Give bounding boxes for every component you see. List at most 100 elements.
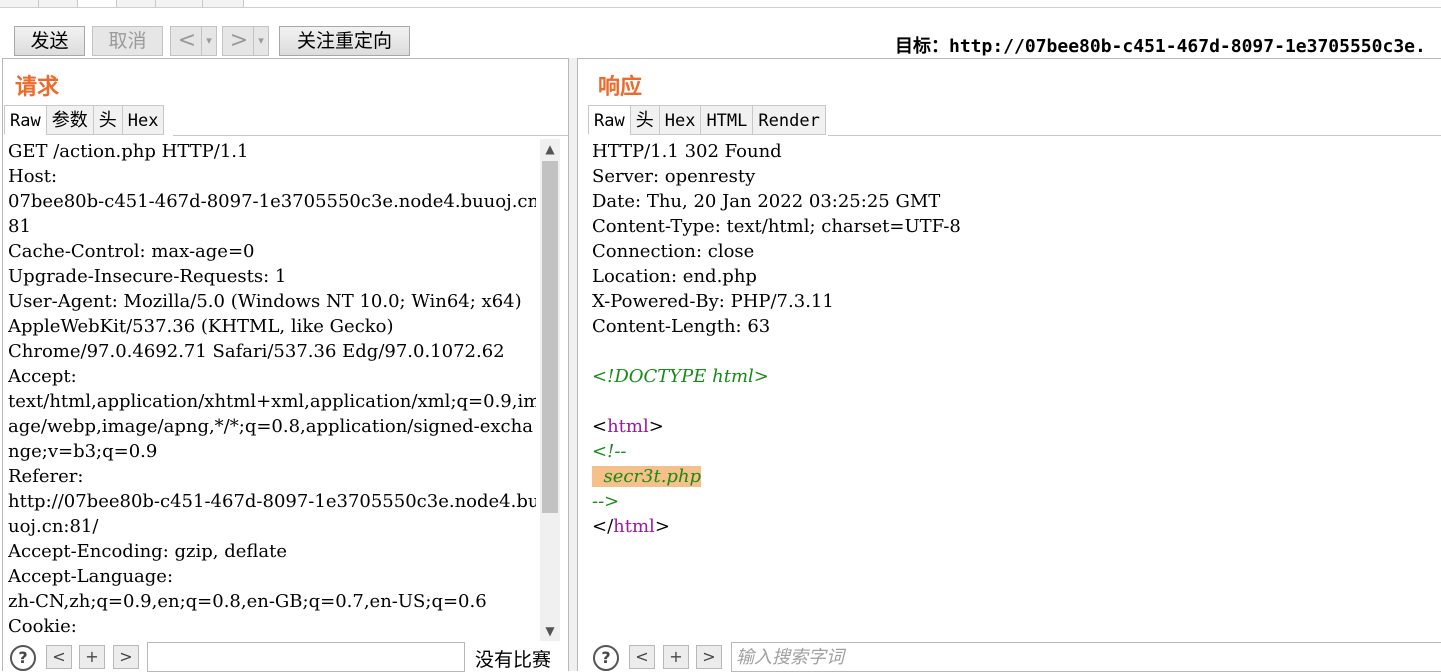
top-tab[interactable] bbox=[203, 0, 244, 7]
scroll-down-icon[interactable]: ▼ bbox=[540, 621, 560, 641]
tag-bracket: > bbox=[648, 416, 664, 437]
request-line: User-Agent: Mozilla/5.0 (Windows NT 10.0… bbox=[8, 291, 522, 312]
tabs-divider bbox=[173, 135, 568, 136]
response-line: Content-Length: 63 bbox=[592, 316, 771, 337]
request-line: Accept-Language: bbox=[8, 566, 174, 587]
tab-render[interactable]: Render bbox=[752, 105, 826, 135]
scrollbar-thumb[interactable] bbox=[542, 161, 558, 513]
request-line: Cookie: bbox=[8, 616, 77, 637]
response-line: Location: end.php bbox=[592, 266, 757, 287]
pane-splitter[interactable] bbox=[569, 58, 577, 671]
response-title: 响应 bbox=[598, 75, 643, 100]
request-tabs: Raw 参数 头 Hex bbox=[4, 105, 165, 135]
tab-hex[interactable]: Hex bbox=[121, 105, 165, 135]
response-line: HTTP/1.1 302 Found bbox=[592, 141, 782, 162]
top-tab-active[interactable] bbox=[78, 0, 117, 7]
tag-bracket: </ bbox=[592, 516, 614, 537]
request-line: Accept: bbox=[8, 366, 77, 387]
comment-close-line: --> bbox=[592, 491, 620, 512]
tag-bracket: > bbox=[654, 516, 670, 537]
response-pane: 响应 Raw 头 Hex HTML Render HTTP/1.1 302 Fo… bbox=[577, 58, 1441, 672]
scroll-up-icon[interactable]: ▲ bbox=[540, 139, 560, 159]
highlighted-comment: secr3t.php bbox=[592, 466, 702, 487]
tag-name: html bbox=[607, 416, 649, 437]
request-line: age/webp,image/apng,*/*;q=0.8,applicatio… bbox=[8, 416, 533, 437]
tab-hex[interactable]: Hex bbox=[658, 105, 701, 135]
response-line: Connection: close bbox=[592, 241, 755, 262]
search-prev-button[interactable]: < bbox=[46, 645, 72, 669]
target-url[interactable]: http://07bee80b-c451-467d-8097-1e3705550… bbox=[949, 36, 1426, 57]
search-add-button[interactable]: + bbox=[79, 645, 105, 669]
back-arrow-icon: < bbox=[177, 28, 197, 53]
search-next-button[interactable]: > bbox=[696, 645, 722, 669]
chevron-down-icon[interactable]: ▾ bbox=[201, 27, 216, 55]
request-line: Cache-Control: max-age=0 bbox=[8, 241, 255, 262]
top-tab[interactable] bbox=[0, 0, 39, 7]
top-tab[interactable] bbox=[156, 0, 203, 7]
request-line: uoj.cn:81/ bbox=[8, 516, 99, 537]
comment-text: secr3t.php bbox=[603, 466, 702, 487]
search-next-button[interactable]: > bbox=[113, 645, 139, 669]
response-line: X-Powered-By: PHP/7.3.11 bbox=[592, 291, 834, 312]
request-pane: 请求 Raw 参数 头 Hex GET /action.php HTTP/1.1… bbox=[2, 58, 569, 672]
response-search-input[interactable] bbox=[731, 642, 1441, 672]
request-line: Referer: bbox=[8, 466, 84, 487]
request-search-input[interactable] bbox=[147, 642, 465, 672]
top-tab-strip bbox=[0, 0, 1441, 8]
request-line: AppleWebKit/537.36 (KHTML, like Gecko) bbox=[8, 316, 394, 337]
request-line: Host: bbox=[8, 166, 58, 187]
repeater-toolbar: 发送 取消 < ▾ > ▾ 关注重定向 目标：http://07bee80b-c… bbox=[0, 8, 1441, 58]
top-tab[interactable] bbox=[39, 0, 78, 7]
request-scrollbar[interactable]: ▲ ▼ bbox=[540, 139, 560, 641]
request-line: 07bee80b-c451-467d-8097-1e3705550c3e.nod… bbox=[8, 191, 536, 212]
chevron-down-icon[interactable]: ▾ bbox=[253, 27, 268, 55]
response-line: Server: openresty bbox=[592, 166, 756, 187]
tab-headers[interactable]: 头 bbox=[629, 105, 659, 135]
tabs-divider bbox=[828, 135, 1441, 136]
request-line: Accept-Encoding: gzip, deflate bbox=[8, 541, 288, 562]
response-search-bar: ? < + > bbox=[578, 641, 1441, 672]
request-editor[interactable]: GET /action.php HTTP/1.1 Host: 07bee80b-… bbox=[8, 139, 536, 639]
tab-params[interactable]: 参数 bbox=[45, 105, 93, 135]
doctype-line: <!DOCTYPE html> bbox=[592, 366, 769, 387]
response-tabs: Raw 头 Hex HTML Render bbox=[588, 105, 826, 135]
html-open-line: <html> bbox=[592, 414, 1432, 439]
request-line: nge;v=b3;q=0.9 bbox=[8, 441, 158, 462]
forward-arrow-icon: > bbox=[229, 28, 249, 53]
request-line: Upgrade-Insecure-Requests: 1 bbox=[8, 266, 287, 287]
tab-raw[interactable]: Raw bbox=[588, 105, 630, 135]
tag-name: html bbox=[613, 516, 655, 537]
send-button[interactable]: 发送 bbox=[14, 26, 85, 56]
comment-text-line: secr3t.php bbox=[592, 464, 1432, 489]
forward-history-button[interactable]: > ▾ bbox=[222, 26, 269, 56]
request-line: http://07bee80b-c451-467d-8097-1e3705550… bbox=[8, 491, 536, 512]
response-editor[interactable]: HTTP/1.1 302 Found Server: openresty Dat… bbox=[592, 139, 1432, 639]
tab-html[interactable]: HTML bbox=[700, 105, 753, 135]
request-line: GET /action.php HTTP/1.1 bbox=[8, 141, 249, 162]
comment-open-line: <!-- bbox=[592, 441, 627, 462]
request-line: zh-CN,zh;q=0.9,en;q=0.8,en-GB;q=0.7,en-U… bbox=[8, 591, 487, 612]
target-display[interactable]: 目标：http://07bee80b-c451-467d-8097-1e3705… bbox=[895, 32, 1426, 58]
tab-raw[interactable]: Raw bbox=[4, 105, 46, 135]
html-close-line: </html> bbox=[592, 514, 1432, 539]
help-icon[interactable]: ? bbox=[10, 645, 36, 671]
tab-headers[interactable]: 头 bbox=[92, 105, 122, 135]
search-add-button[interactable]: + bbox=[663, 645, 689, 669]
response-line: Date: Thu, 20 Jan 2022 03:25:25 GMT bbox=[592, 191, 941, 212]
cancel-button[interactable]: 取消 bbox=[92, 26, 163, 56]
search-prev-button[interactable]: < bbox=[629, 645, 655, 669]
tag-bracket: < bbox=[592, 416, 608, 437]
target-label: 目标： bbox=[895, 36, 949, 57]
request-title: 请求 bbox=[15, 75, 60, 100]
request-line: Chrome/97.0.4692.71 Safari/537.36 Edg/97… bbox=[8, 341, 505, 362]
help-icon[interactable]: ? bbox=[593, 645, 619, 671]
follow-redirect-button[interactable]: 关注重定向 bbox=[279, 26, 410, 56]
request-line: text/html,application/xhtml+xml,applicat… bbox=[8, 391, 536, 412]
match-status: 没有比赛 bbox=[475, 649, 552, 671]
request-search-bar: ? < + > 没有比赛 bbox=[3, 641, 568, 672]
top-tab[interactable] bbox=[117, 0, 156, 7]
response-line: Content-Type: text/html; charset=UTF-8 bbox=[592, 216, 961, 237]
back-history-button[interactable]: < ▾ bbox=[170, 26, 217, 56]
